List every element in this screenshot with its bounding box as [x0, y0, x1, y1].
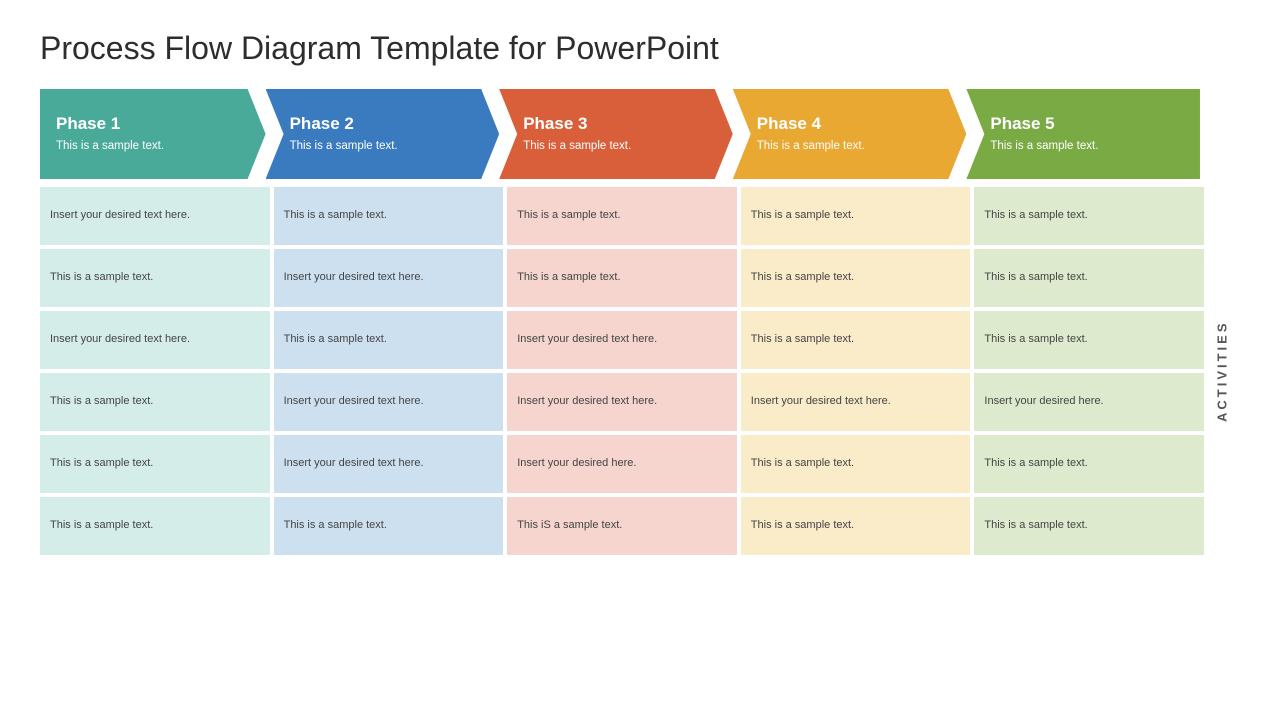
- grid-cell-r6-c3[interactable]: This iS a sample text.: [507, 497, 737, 555]
- phase-arrow-3: Phase 3 This is a sample text.: [499, 89, 733, 179]
- diagram-container: Phase 1 This is a sample text. Phase 2 This…: [40, 89, 1240, 555]
- grid-cell-r6-c5[interactable]: This is a sample text.: [974, 497, 1204, 555]
- phase-desc-4: This is a sample text.: [757, 138, 957, 154]
- page-title: Process Flow Diagram Template for PowerP…: [40, 30, 1240, 67]
- activities-label: ACTIVITIES: [1204, 187, 1240, 555]
- grid-cell-r1-c3[interactable]: This is a sample text.: [507, 187, 737, 245]
- phase-label-1: Phase 1: [56, 114, 256, 134]
- grid-cell-r6-c2[interactable]: This is a sample text.: [274, 497, 504, 555]
- grid-cell-r3-c3[interactable]: Insert your desired text here.: [507, 311, 737, 369]
- grid-wrapper: Insert your desired text here.This is a …: [40, 187, 1240, 555]
- phase-arrow-5: Phase 5 This is a sample text.: [966, 89, 1200, 179]
- grid-cell-r2-c1[interactable]: This is a sample text.: [40, 249, 270, 307]
- phases-row: Phase 1 This is a sample text. Phase 2 This…: [40, 89, 1200, 179]
- grid-cell-r5-c1[interactable]: This is a sample text.: [40, 435, 270, 493]
- grid-cell-r1-c1[interactable]: Insert your desired text here.: [40, 187, 270, 245]
- grid-cell-r5-c4[interactable]: This is a sample text.: [741, 435, 971, 493]
- phase-arrow-1: Phase 1 This is a sample text.: [40, 89, 266, 179]
- grid-cell-r6-c4[interactable]: This is a sample text.: [741, 497, 971, 555]
- phase-desc-5: This is a sample text.: [990, 138, 1190, 154]
- grid-cell-r3-c4[interactable]: This is a sample text.: [741, 311, 971, 369]
- grid-cell-r4-c4[interactable]: Insert your desired text here.: [741, 373, 971, 431]
- grid-cell-r3-c5[interactable]: This is a sample text.: [974, 311, 1204, 369]
- phase-arrow-2: Phase 2 This is a sample text.: [266, 89, 500, 179]
- grid-cell-r5-c3[interactable]: Insert your desired here.: [507, 435, 737, 493]
- grid-cell-r3-c1[interactable]: Insert your desired text here.: [40, 311, 270, 369]
- phase-desc-3: This is a sample text.: [523, 138, 723, 154]
- grid-cell-r6-c1[interactable]: This is a sample text.: [40, 497, 270, 555]
- grid-cell-r3-c2[interactable]: This is a sample text.: [274, 311, 504, 369]
- grid-cell-r2-c3[interactable]: This is a sample text.: [507, 249, 737, 307]
- grid-cell-r5-c2[interactable]: Insert your desired text here.: [274, 435, 504, 493]
- grid-cell-r1-c5[interactable]: This is a sample text.: [974, 187, 1204, 245]
- phase-desc-2: This is a sample text.: [290, 138, 490, 154]
- grid-cell-r4-c3[interactable]: Insert your desired text here.: [507, 373, 737, 431]
- grid-cell-r4-c2[interactable]: Insert your desired text here.: [274, 373, 504, 431]
- phase-label-4: Phase 4: [757, 114, 957, 134]
- grid-cell-r2-c2[interactable]: Insert your desired text here.: [274, 249, 504, 307]
- grid-cell-r4-c1[interactable]: This is a sample text.: [40, 373, 270, 431]
- grid-cell-r2-c5[interactable]: This is a sample text.: [974, 249, 1204, 307]
- phase-label-3: Phase 3: [523, 114, 723, 134]
- phase-label-2: Phase 2: [290, 114, 490, 134]
- grid-cell-r1-c4[interactable]: This is a sample text.: [741, 187, 971, 245]
- phase-arrow-4: Phase 4 This is a sample text.: [733, 89, 967, 179]
- phase-label-5: Phase 5: [990, 114, 1190, 134]
- grid-main: Insert your desired text here.This is a …: [40, 187, 1204, 555]
- phase-desc-1: This is a sample text.: [56, 138, 256, 154]
- grid-cell-r4-c5[interactable]: Insert your desired here.: [974, 373, 1204, 431]
- grid-cell-r1-c2[interactable]: This is a sample text.: [274, 187, 504, 245]
- grid-cell-r5-c5[interactable]: This is a sample text.: [974, 435, 1204, 493]
- grid-cell-r2-c4[interactable]: This is a sample text.: [741, 249, 971, 307]
